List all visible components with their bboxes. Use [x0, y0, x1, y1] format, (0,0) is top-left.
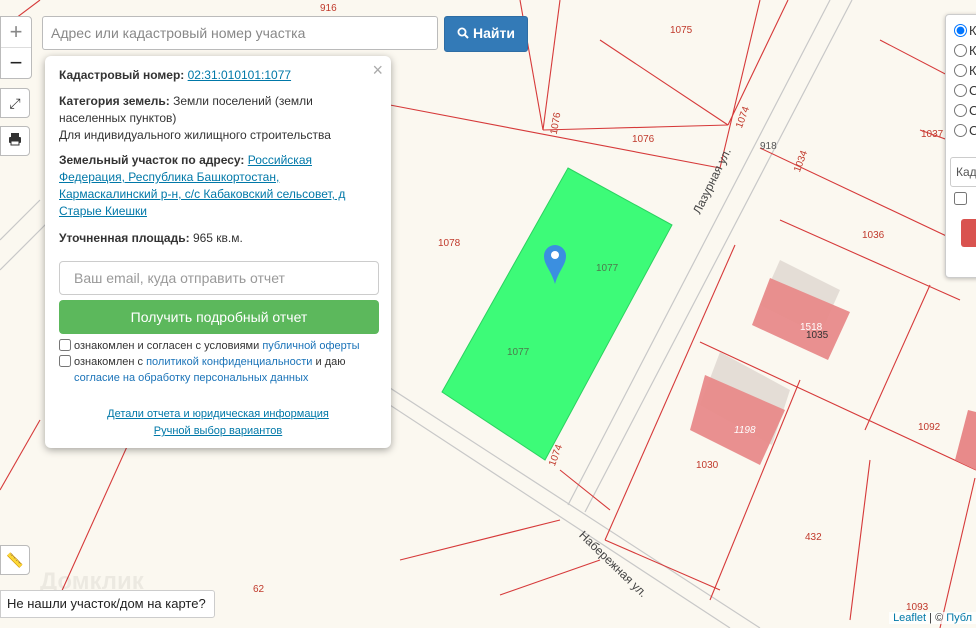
personal-data-link[interactable]: согласие на обработку персональных данны…	[74, 372, 308, 384]
layer-radio[interactable]	[954, 124, 967, 137]
consent-offer-checkbox[interactable]	[59, 339, 71, 351]
attribution-link[interactable]: Публ	[946, 612, 972, 624]
layer-label: С	[969, 83, 976, 98]
consent-privacy-mid: и даю	[312, 356, 346, 368]
printer-icon	[8, 133, 22, 149]
measure-button[interactable]: 📏	[0, 545, 30, 575]
layer-action-button[interactable]	[961, 219, 976, 247]
parcel-label: 1037	[921, 129, 944, 140]
usage-text: Для индивидуального жилищного строительс…	[59, 128, 331, 142]
cadastral-label: Кадастровый номер:	[59, 68, 185, 82]
fullscreen-button[interactable]: ⤢	[0, 88, 30, 118]
layer-option[interactable]: С	[954, 123, 976, 138]
layer-option[interactable]: С	[954, 83, 976, 98]
consent-offer-text: ознакомлен и согласен с условиями	[74, 340, 263, 352]
layer-label: К	[969, 43, 976, 58]
parcel-label: 1077	[507, 347, 530, 358]
layer-option[interactable]: С	[954, 103, 976, 118]
layer-radio[interactable]	[954, 104, 967, 117]
search-button[interactable]: Найти	[444, 16, 528, 52]
attribution: Leaflet | © Публ	[889, 612, 976, 624]
layers-panel: К К К С С С Када	[945, 14, 976, 278]
print-button[interactable]	[0, 126, 30, 156]
layer-radio[interactable]	[954, 24, 967, 37]
layer-radio[interactable]	[954, 44, 967, 57]
details-link[interactable]: Детали отчета и юридическая информация	[107, 408, 329, 420]
layer-label: С	[969, 103, 976, 118]
building-label: 1198	[734, 425, 756, 436]
attribution-sep: | ©	[926, 612, 947, 624]
consent-privacy: ознакомлен с политикой конфиденциальност…	[59, 354, 345, 370]
parcel-label: 1075	[670, 25, 693, 36]
email-field[interactable]	[59, 261, 379, 295]
layer-radio[interactable]	[954, 64, 967, 77]
address-row: Земельный участок по адресу: Российская …	[59, 152, 377, 220]
layer-option[interactable]: К	[954, 63, 976, 78]
area-row: Уточненная площадь: 965 кв.м.	[59, 230, 377, 247]
category-row: Категория земель: Земли поселений (земли…	[59, 93, 377, 127]
building-label: 1035	[806, 330, 829, 341]
category-label: Категория земель:	[59, 94, 170, 108]
layer-checkbox-row[interactable]	[954, 191, 976, 206]
zoom-out-button[interactable]: −	[1, 47, 31, 78]
consent-data-row: согласие на обработку персональных данны…	[74, 370, 308, 386]
search-icon	[457, 25, 473, 41]
not-found-button[interactable]: Не нашли участок/дом на карте?	[0, 590, 215, 618]
zoom-control: + −	[0, 16, 32, 79]
area-value: 965 кв.м.	[192, 231, 243, 245]
layer-select[interactable]: Када	[950, 157, 976, 187]
layer-label: К	[969, 23, 976, 38]
consent-offer: ознакомлен и согласен с условиями публич…	[59, 338, 360, 354]
ruler-icon: 📏	[6, 552, 24, 568]
parcel-label: 1078	[438, 238, 461, 249]
expand-icon: ⤢	[9, 95, 21, 111]
parcel-label: 62	[253, 584, 265, 595]
consent-privacy-text: ознакомлен с	[74, 356, 147, 368]
consent-privacy-checkbox[interactable]	[59, 355, 71, 367]
layer-checkbox[interactable]	[954, 192, 967, 205]
manual-selection-link[interactable]: Ручной выбор вариантов	[154, 425, 282, 437]
layer-label: С	[969, 123, 976, 138]
cadastral-row: Кадастровый номер: 02:31:010101:1077	[59, 67, 377, 84]
privacy-policy-link[interactable]: политикой конфиденциальности	[146, 356, 312, 368]
parcel-label: 432	[805, 532, 822, 543]
layer-radio[interactable]	[954, 84, 967, 97]
layer-label: К	[969, 63, 976, 78]
details-row: Детали отчета и юридическая информация	[45, 408, 391, 420]
parcel-label: 916	[320, 3, 337, 14]
public-offer-link[interactable]: публичной оферты	[262, 340, 359, 352]
cadastral-number-link[interactable]: 02:31:010101:1077	[188, 68, 291, 82]
parcel-label: 1076	[632, 134, 655, 145]
parcel-label: 918	[760, 141, 777, 152]
search-button-label: Найти	[472, 25, 515, 41]
parcel-info-popup: × Кадастровый номер: 02:31:010101:1077 К…	[45, 56, 391, 448]
address-label: Земельный участок по адресу:	[59, 153, 245, 167]
layer-option[interactable]: К	[954, 43, 976, 58]
layer-option[interactable]: К	[954, 23, 976, 38]
parcel-label: 1036	[862, 230, 885, 241]
manual-row: Ручной выбор вариантов	[45, 425, 391, 437]
parcel-label: 1030	[696, 460, 719, 471]
zoom-in-button[interactable]: +	[1, 17, 31, 47]
search-input[interactable]	[42, 16, 438, 50]
get-report-button[interactable]: Получить подробный отчет	[59, 300, 379, 334]
parcel-label: 1077	[596, 263, 619, 274]
leaflet-link[interactable]: Leaflet	[893, 612, 926, 624]
area-label: Уточненная площадь:	[59, 231, 190, 245]
parcel-label: 1092	[918, 422, 941, 433]
